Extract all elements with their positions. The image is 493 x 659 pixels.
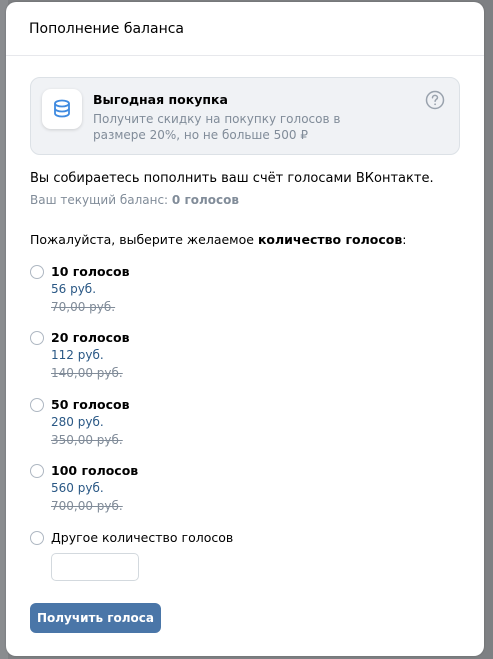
choose-prompt: Пожалуйста, выберите желаемое количество… (30, 232, 406, 247)
option-old-price: 350,00 руб. (51, 433, 123, 447)
option-old-price: 700,00 руб. (51, 499, 123, 513)
modal-title: Пополнение баланса (29, 20, 185, 37)
option-title: Другое количество голосов (51, 530, 234, 545)
radio-button[interactable] (30, 398, 44, 412)
option-title: 50 голосов (51, 397, 130, 412)
radio-button[interactable] (30, 265, 44, 279)
option-title: 10 голосов (51, 264, 130, 279)
intro-text: Вы собираетесь пополнить ваш счёт голоса… (30, 171, 434, 186)
radio-button[interactable] (30, 331, 44, 345)
promo-title: Выгодная покупка (93, 92, 228, 107)
current-balance: Ваш текущий баланс: 0 голосов (30, 193, 239, 207)
promo-banner: Выгодная покупка Получите скидку на поку… (30, 77, 460, 155)
choose-bold: количество голосов (257, 232, 403, 247)
option-price: 56 руб. (51, 282, 97, 296)
modal-header: Пополнение баланса (6, 2, 484, 56)
top-up-balance-modal: Пополнение баланса Выгодная покупка Полу… (6, 2, 484, 656)
option-price: 560 руб. (51, 481, 104, 495)
option-price: 112 руб. (51, 348, 104, 362)
option-old-price: 140,00 руб. (51, 366, 123, 380)
option-old-price: 70,00 руб. (51, 300, 116, 314)
coins-icon (42, 89, 82, 129)
get-votes-button[interactable]: Получить голоса (30, 603, 161, 633)
balance-label: Ваш текущий баланс: (30, 193, 169, 207)
option-title: 20 голосов (51, 330, 130, 345)
choose-suffix: : (402, 232, 407, 247)
radio-button[interactable] (30, 531, 44, 545)
custom-votes-input[interactable] (51, 553, 139, 581)
radio-button[interactable] (30, 464, 44, 478)
promo-description: Получите скидку на покупку голосов в раз… (93, 112, 341, 142)
option-price: 280 руб. (51, 415, 104, 429)
option-title: 100 голосов (51, 463, 139, 478)
balance-value: 0 голосов (171, 193, 239, 207)
question-circle-icon[interactable] (425, 90, 445, 110)
choose-text: Пожалуйста, выберите желаемое (30, 232, 254, 247)
